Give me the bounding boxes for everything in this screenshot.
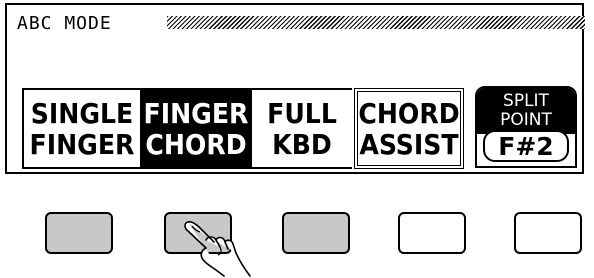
screen-title: ABC MODE	[17, 13, 112, 34]
mode-label-line2: KBD	[272, 127, 332, 161]
mode-label-line2: ASSIST	[359, 127, 459, 161]
mode-chord-assist[interactable]: CHORD ASSIST	[354, 88, 464, 169]
mode-label-line1: CHORD	[358, 96, 460, 130]
mode-label-line1: FULL	[267, 96, 337, 130]
mode-label-line2: FINGER	[29, 127, 135, 161]
mode-label-line2: CHORD	[145, 127, 247, 161]
split-label-line1: SPLIT	[503, 91, 549, 111]
hardware-button-5[interactable]	[514, 212, 582, 254]
mode-single-finger[interactable]: SINGLE FINGER	[22, 88, 140, 169]
hardware-button-4[interactable]	[398, 212, 466, 254]
hardware-button-3[interactable]	[282, 212, 350, 254]
mode-label-line1: FINGER	[143, 96, 249, 130]
split-point-value: F#2	[483, 130, 569, 162]
split-label-line2: POINT	[500, 110, 552, 130]
pointing-hand-icon	[184, 221, 251, 277]
split-point-control[interactable]: SPLIT POINT F#2	[475, 86, 577, 168]
mode-label-line1: SINGLE	[30, 96, 134, 130]
hardware-button-1[interactable]	[45, 212, 113, 254]
title-hatch-bar	[167, 16, 585, 29]
split-point-label: SPLIT POINT	[477, 88, 575, 134]
mode-full-kbd[interactable]: FULL KBD	[252, 88, 352, 169]
mode-finger-chord[interactable]: FINGER CHORD	[140, 88, 252, 169]
